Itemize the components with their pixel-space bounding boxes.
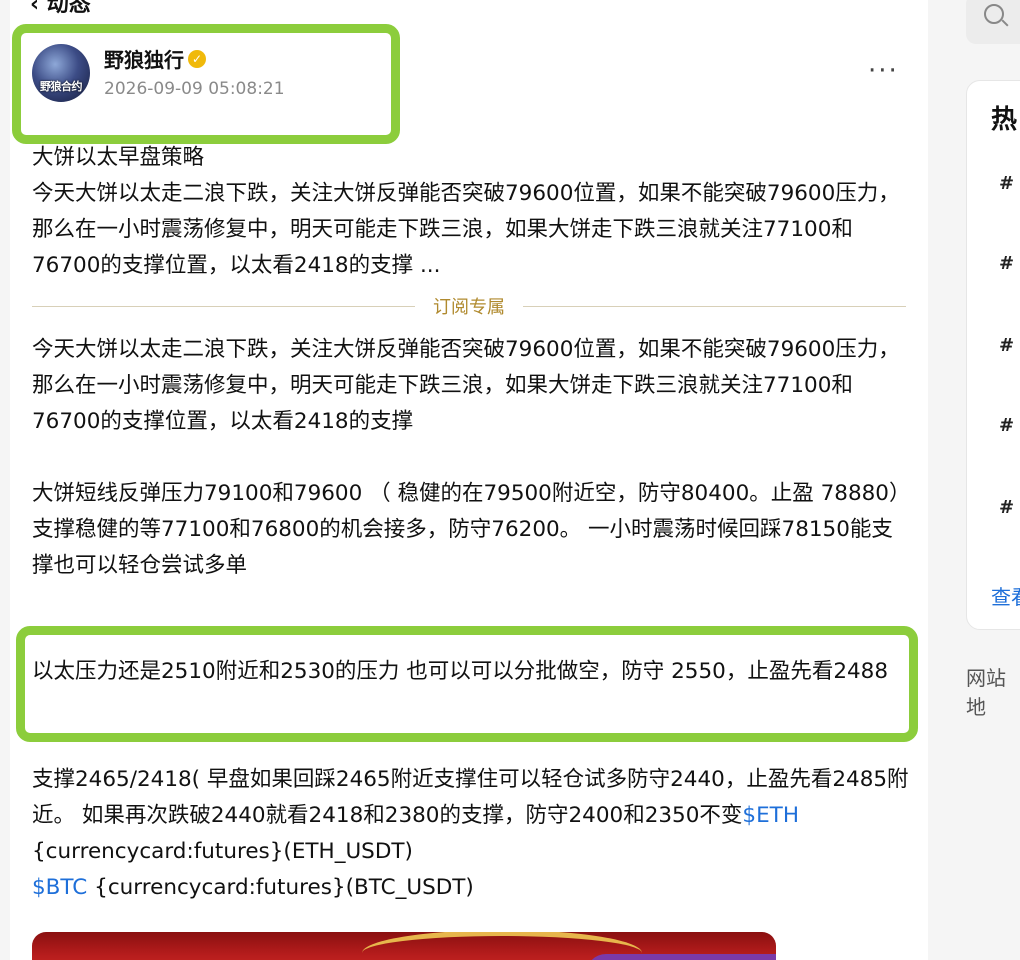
btc-strategy-line: 大饼短线反弹压力79100和79600 （ 稳健的在79500附近空，防守804…	[32, 481, 911, 506]
hot-topic-item-1[interactable]: #	[999, 173, 1014, 194]
hot-topic-item-5[interactable]: #	[999, 497, 1014, 518]
post-image[interactable]	[32, 932, 776, 960]
post-paragraph-2: 大饼短线反弹压力79100和79600 （ 稳健的在79500附近空，防守804…	[32, 476, 912, 584]
divider-line-right	[523, 305, 906, 307]
view-more-link[interactable]: 查看	[991, 581, 1020, 610]
author-highlight-box	[12, 24, 400, 144]
post-paragraph-1: 今天大饼以太走二浪下跌，关注大饼反弹能否突破79600位置，如果不能突破7960…	[32, 337, 900, 434]
post-summary[interactable]: 大饼以太早盘策略 今天大饼以太走二浪下跌，关注大饼反弹能否突破79600位置，如…	[32, 140, 912, 284]
subscription-label: 订阅专属	[433, 297, 505, 318]
more-options-icon[interactable]: ···	[868, 56, 899, 86]
eth-tag-link[interactable]: $ETH	[742, 803, 799, 828]
btc-tag-link[interactable]: $BTC	[32, 875, 87, 900]
summary-title: 大饼以太早盘策略	[32, 145, 205, 170]
divider-line-left	[32, 305, 415, 307]
post-card: ‹ 动态 野狼合约 野狼独行 ✓ 2026-09-09 05:08:21 ···…	[10, 0, 928, 960]
btc-currency-card: {currencycard:futures}(BTC_USDT)	[87, 875, 474, 900]
eth-currency-card: {currencycard:futures}(ETH_USDT)	[32, 839, 413, 864]
search-box[interactable]	[966, 0, 1020, 44]
post-paragraph-4: 支撑2465/2418( 早盘如果回踩2465附近支撑住可以轻仓试多防守2440…	[32, 762, 912, 906]
hot-topics-card: 热 # # # # # 查看	[966, 80, 1020, 630]
hot-topic-item-3[interactable]: #	[999, 335, 1014, 356]
hot-topic-item-2[interactable]: #	[999, 253, 1014, 274]
subscription-divider: 订阅专属	[32, 292, 906, 320]
paragraph-highlight-box	[16, 626, 918, 742]
search-icon[interactable]	[984, 4, 1004, 24]
btc-support-line: 支撑稳健的等77100和76800的机会接多，防守76200。 一小时震荡时候回…	[32, 517, 893, 578]
image-decoration-tab	[586, 954, 776, 960]
hot-topic-item-4[interactable]: #	[999, 415, 1014, 436]
site-map-link[interactable]: 网站地	[966, 662, 1020, 720]
hot-topics-title: 热	[991, 105, 1018, 135]
page-title-partial[interactable]: ‹ 动态	[30, 0, 91, 18]
summary-body: 今天大饼以太走二浪下跌，关注大饼反弹能否突破79600位置，如果不能突破7960…	[32, 181, 900, 278]
